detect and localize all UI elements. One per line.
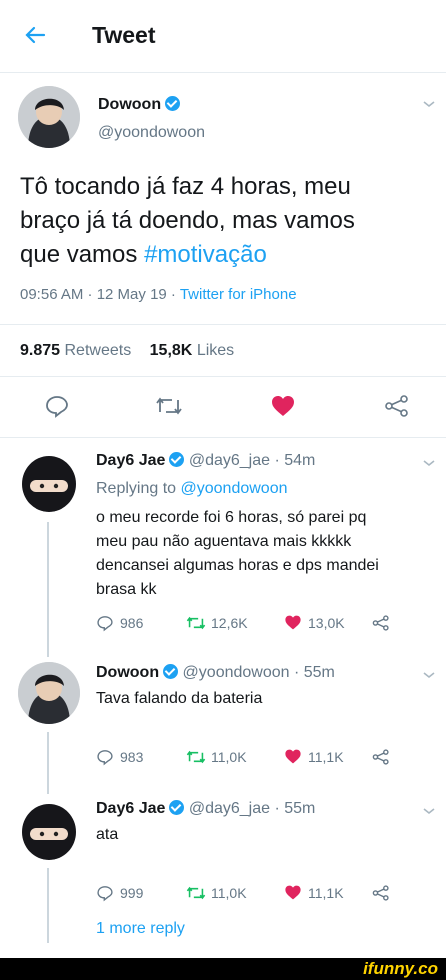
divider xyxy=(0,376,446,377)
likes-count: 15,8K xyxy=(149,342,193,359)
share-icon[interactable] xyxy=(372,884,390,902)
like-heart-icon[interactable] xyxy=(270,394,296,418)
watermark-bar: ifunny.co xyxy=(0,958,446,980)
chevron-down-icon[interactable] xyxy=(422,99,436,109)
share-icon[interactable] xyxy=(384,394,410,418)
comment-count: 983 xyxy=(120,749,144,765)
watermark-logo: ifunny.co xyxy=(363,959,438,978)
likes-label: Likes xyxy=(196,342,235,359)
top-bar xyxy=(0,0,446,73)
avatar[interactable] xyxy=(18,662,80,724)
tweet-text: Tô tocando já faz 4 horas, meu braço já … xyxy=(20,170,355,272)
reply-header: Day6 Jae @day6_jae · 55m xyxy=(96,800,315,818)
reply-text-line: o meu recorde foi 6 horas, só parei pq xyxy=(96,509,367,526)
replying-to-link[interactable]: @yoondowoon xyxy=(181,480,288,497)
reply-text: ata xyxy=(96,826,119,843)
reply-author-name[interactable]: Dowoon xyxy=(96,664,159,681)
likes-stat[interactable]: 15,8K Likes xyxy=(150,342,235,359)
reply-author-handle[interactable]: @day6_jae · 55m xyxy=(189,800,316,817)
chevron-down-icon[interactable] xyxy=(422,806,436,816)
replying-to: Replying to @yoondowoon xyxy=(96,480,287,498)
reply-author-handle[interactable]: @yoondowoon · 55m xyxy=(183,664,335,681)
reply-text-line: dencansei algumas horas e dps mandei xyxy=(96,557,379,574)
more-replies-link[interactable]: 1 more reply xyxy=(96,920,185,938)
reply-text: o meu recorde foi 6 horas, só parei pq m… xyxy=(96,506,379,602)
avatar[interactable] xyxy=(18,450,80,512)
chevron-down-icon[interactable] xyxy=(422,458,436,468)
thread-line xyxy=(47,732,49,794)
reply-text-line: brasa kk xyxy=(96,581,157,598)
reply-author-handle[interactable]: @day6_jae · 54m xyxy=(189,452,316,469)
like-heart-icon[interactable] xyxy=(284,884,302,901)
reply-author-name[interactable]: Day6 Jae xyxy=(96,800,165,817)
tweet-meta: 09:56 AM · 12 May 19 · Twitter for iPhon… xyxy=(20,286,297,303)
tweet-stats: 9.875 Retweets 15,8K Likes xyxy=(20,342,234,360)
reply-actions: 986 12,6K 13,0K xyxy=(96,614,416,634)
divider xyxy=(0,324,446,325)
reply-header: Dowoon @yoondowoon · 55m xyxy=(96,664,335,682)
verified-icon xyxy=(169,452,185,467)
verified-icon xyxy=(165,96,181,111)
tweet-timestamp: 09:56 AM · 12 May 19 · xyxy=(20,286,180,303)
like-heart-icon[interactable] xyxy=(284,748,302,765)
reply-text: Tava falando da bateria xyxy=(96,690,263,707)
retweets-stat[interactable]: 9.875 Retweets xyxy=(20,342,131,359)
page-title: Tweet xyxy=(92,22,156,48)
retweet-icon[interactable] xyxy=(186,615,206,631)
tweet-text-line: braço já tá doendo, mas vamos xyxy=(20,207,355,234)
divider xyxy=(0,437,446,438)
retweets-count: 9.875 xyxy=(20,342,61,359)
back-arrow-icon[interactable] xyxy=(20,20,50,50)
comment-icon[interactable] xyxy=(96,614,114,632)
like-count: 11,1K xyxy=(308,885,344,901)
share-icon[interactable] xyxy=(372,748,390,766)
comment-icon[interactable] xyxy=(96,884,114,902)
share-icon[interactable] xyxy=(372,614,390,632)
tweet-author[interactable]: Dowoon xyxy=(98,96,181,114)
author-handle[interactable]: @yoondowoon xyxy=(98,124,205,142)
retweet-icon[interactable] xyxy=(186,749,206,765)
reply-text-line: meu pau não aguentava mais kkkkk xyxy=(96,533,352,550)
retweet-count: 11,0K xyxy=(211,885,247,901)
tweet-text-line: Tô tocando já faz 4 horas, meu xyxy=(20,173,351,200)
like-heart-icon[interactable] xyxy=(284,614,302,631)
comment-icon[interactable] xyxy=(44,394,70,418)
chevron-down-icon[interactable] xyxy=(422,670,436,680)
thread-line xyxy=(47,522,49,657)
author-name: Dowoon xyxy=(98,96,162,113)
avatar[interactable] xyxy=(18,86,80,148)
like-count: 13,0K xyxy=(308,615,345,631)
comment-icon[interactable] xyxy=(96,748,114,766)
comment-count: 986 xyxy=(120,615,144,631)
thread-line xyxy=(47,868,49,943)
tweet-text-segment: que vamos xyxy=(20,241,145,268)
reply-actions: 999 11,0K 11,1K xyxy=(96,884,416,904)
comment-count: 999 xyxy=(120,885,144,901)
source-link[interactable]: Twitter for iPhone xyxy=(180,286,297,303)
like-count: 11,1K xyxy=(308,749,344,765)
hashtag-link[interactable]: #motivação xyxy=(144,241,267,268)
reply-header: Day6 Jae @day6_jae · 54m xyxy=(96,452,315,470)
replying-to-prefix: Replying to xyxy=(96,480,181,497)
retweet-count: 12,6K xyxy=(211,615,248,631)
retweet-icon[interactable] xyxy=(186,885,206,901)
tweet-text-line: que vamos #motivação xyxy=(20,238,355,272)
retweet-icon[interactable] xyxy=(155,396,183,416)
verified-icon xyxy=(169,800,185,815)
reply-author-name[interactable]: Day6 Jae xyxy=(96,452,165,469)
retweets-label: Retweets xyxy=(64,342,132,359)
avatar[interactable] xyxy=(18,798,80,860)
reply-actions: 983 11,0K 11,1K xyxy=(96,748,416,768)
retweet-count: 11,0K xyxy=(211,749,247,765)
verified-icon xyxy=(163,664,179,679)
